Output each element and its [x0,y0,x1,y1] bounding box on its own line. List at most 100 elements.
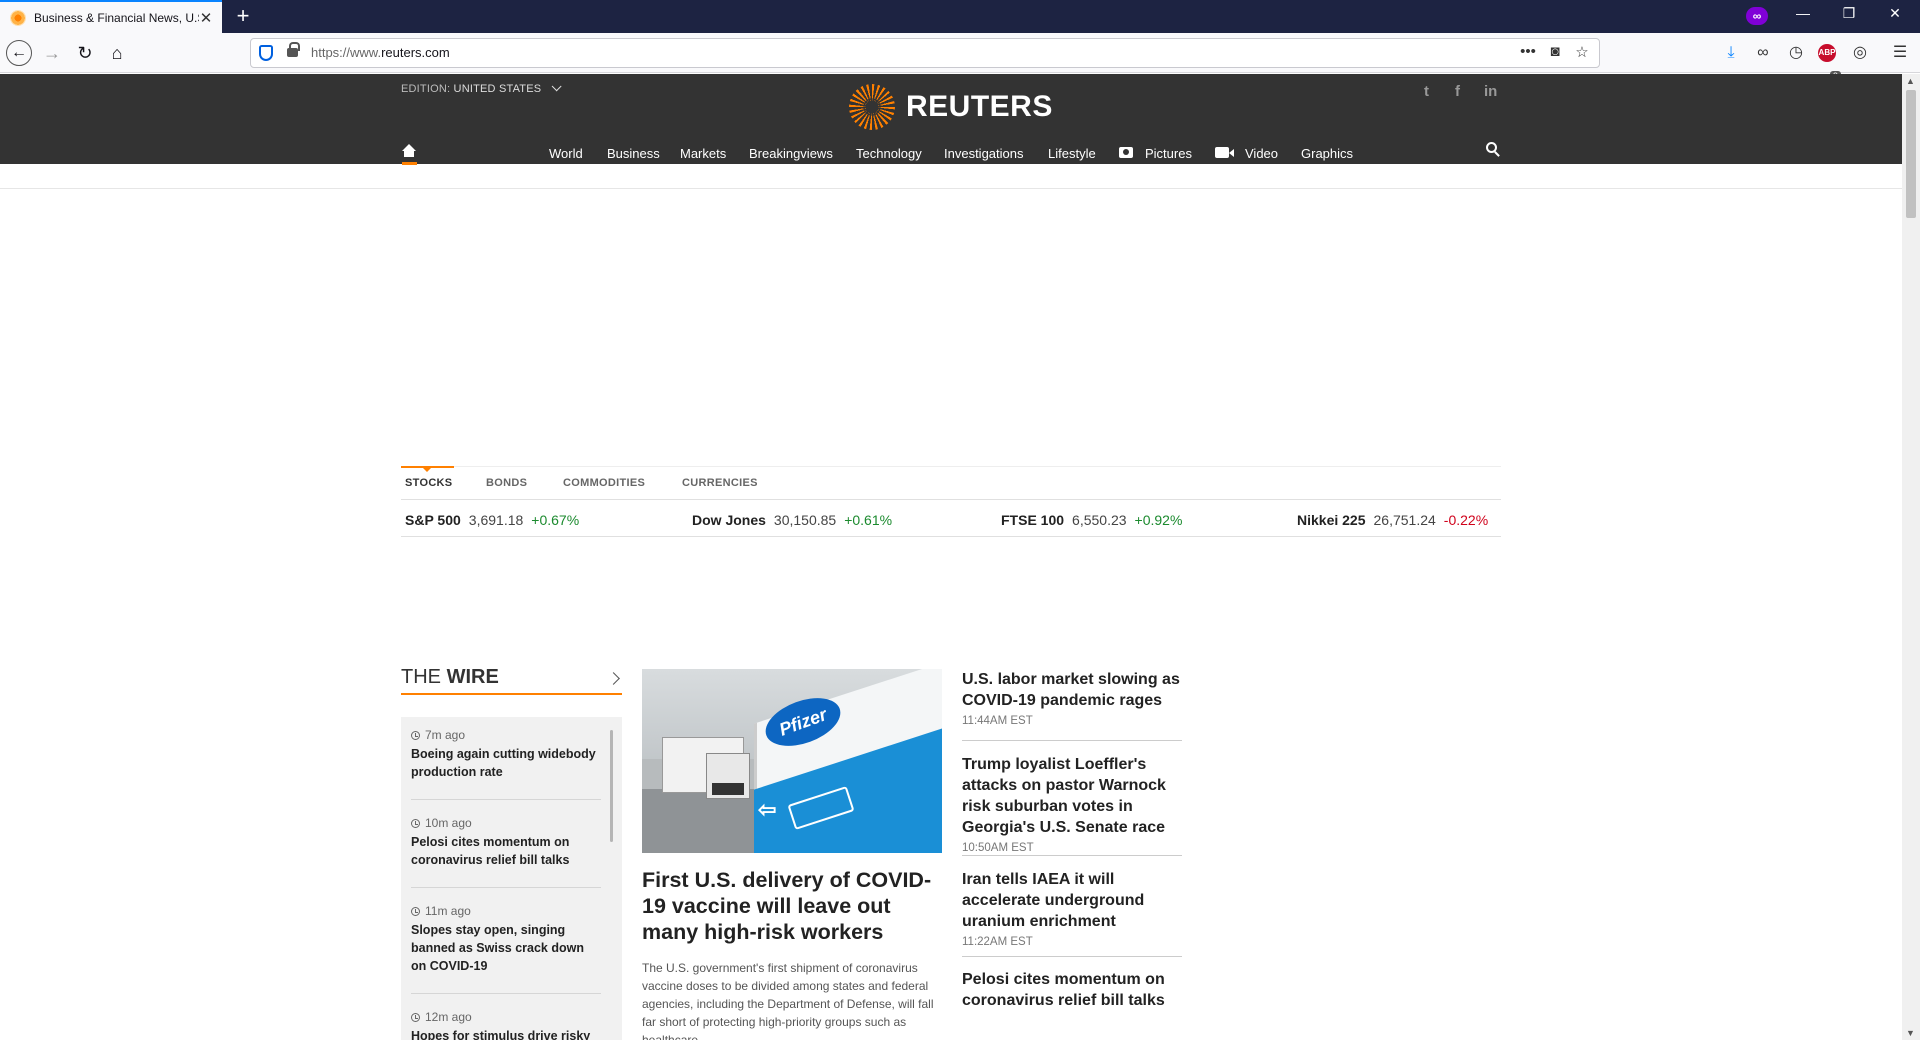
scroll-down-arrow-icon[interactable]: ▼ [1906,1028,1915,1038]
wire-scrollbar[interactable] [610,730,613,842]
twitter-icon[interactable]: t [1424,83,1429,100]
wire-item[interactable]: 12m ago Hopes for stimulus drive risky [411,1010,601,1040]
wire-headline[interactable]: Slopes stay open, singing banned as Swis… [411,921,601,975]
wire-headline[interactable]: Boeing again cutting widebody production… [411,745,601,781]
edition-selector[interactable]: EDITION: UNITED STATES [401,81,562,95]
nav-pictures[interactable]: Pictures [1145,146,1192,161]
page-actions-menu-icon[interactable]: ••• [1517,43,1539,60]
wire-time-text: 7m ago [425,728,466,742]
wire-title-bold: WIRE [446,666,499,688]
quote-dow-jones[interactable]: Dow Jones 30,150.85 +0.61% [692,512,892,528]
nav-video[interactable]: Video [1245,146,1278,161]
wire-item[interactable]: 7m ago Boeing again cutting widebody pro… [411,728,601,800]
home-button-icon[interactable]: ⌂ [105,41,129,65]
hamburger-menu-icon[interactable]: ☰ [1888,41,1912,65]
quote-change: +0.92% [1134,512,1183,528]
story-timestamp: 10:50AM EST [962,842,1034,854]
adblock-plus-icon[interactable]: ABP [1818,44,1836,62]
wire-time: 10m ago [411,816,601,830]
quote-nikkei-225[interactable]: Nikkei 225 26,751.24 -0.22% [1297,512,1488,528]
reload-icon[interactable]: ↻ [73,41,97,65]
wire-list[interactable]: 7m ago Boeing again cutting widebody pro… [401,717,622,1040]
video-camera-icon [1215,147,1234,158]
forward-arrow-icon[interactable]: → [40,41,64,65]
chevron-down-icon [551,81,562,92]
downloads-icon[interactable]: ⤓ [1719,41,1743,65]
wire-section-header[interactable]: THE WIRE [401,666,622,695]
quote-name: Nikkei 225 [1297,512,1366,528]
wire-title-light: THE [401,666,447,688]
nav-business[interactable]: Business [607,146,660,161]
page-scrollbar[interactable]: ▲ ▼ [1902,74,1920,1040]
extension-icon[interactable]: ◎ [1848,41,1872,65]
minimize-window-button[interactable]: — [1780,5,1826,21]
story-item[interactable]: Pelosi cites momentum on coronavirus rel… [962,969,1182,1029]
camera-icon [1119,147,1133,158]
quote-ftse-100[interactable]: FTSE 100 6,550.23 +0.92% [1001,512,1182,528]
facebook-icon[interactable]: f [1455,83,1460,100]
tab-commodities[interactable]: COMMODITIES [563,477,645,489]
wire-time: 11m ago [411,904,601,918]
story-headline[interactable]: U.S. labor market slowing as COVID-19 pa… [962,669,1182,711]
history-clock-icon[interactable]: ◷ [1784,41,1808,65]
wire-time: 7m ago [411,728,601,742]
lead-story-image[interactable]: Pfizer ⇦ [642,669,942,853]
wire-item[interactable]: 11m ago Slopes stay open, singing banned… [411,904,601,994]
back-arrow-icon[interactable]: ← [6,40,32,66]
pocket-icon[interactable]: ◙ [1544,43,1566,60]
wire-title: THE WIRE [401,666,499,689]
scroll-up-arrow-icon[interactable]: ▲ [1906,76,1915,86]
nav-breakingviews[interactable]: Breakingviews [749,146,833,161]
nav-lifestyle[interactable]: Lifestyle [1048,146,1096,161]
tracking-protection-shield-icon[interactable] [259,45,273,61]
wire-headline[interactable]: Hopes for stimulus drive risky [411,1027,601,1040]
secure-lock-icon[interactable] [287,42,300,57]
new-tab-button[interactable]: + [232,3,254,29]
url-text[interactable]: https://www.reuters.com [311,45,450,60]
wire-time-text: 10m ago [425,816,472,830]
wire-headline[interactable]: Pelosi cites momentum on coronavirus rel… [411,833,601,869]
active-tab-indicator [401,466,454,472]
quote-change: -0.22% [1443,512,1489,528]
scrollbar-thumb[interactable] [1906,90,1916,218]
chevron-right-icon[interactable] [607,672,620,685]
tab-close-icon[interactable]: ✕ [198,9,214,27]
lead-story-summary: The U.S. government's first shipment of … [642,961,934,1040]
reuters-favicon-icon [10,9,26,26]
clock-icon [411,1012,420,1022]
search-icon[interactable] [1486,142,1500,157]
story-item[interactable]: U.S. labor market slowing as COVID-19 pa… [962,669,1182,741]
story-headline[interactable]: Pelosi cites momentum on coronavirus rel… [962,969,1182,1011]
nav-investigations[interactable]: Investigations [944,146,1024,161]
quote-sp500[interactable]: S&P 500 3,691.18 +0.67% [405,512,579,528]
restore-window-button[interactable]: ❐ [1826,5,1872,22]
active-nav-indicator [402,162,417,165]
browser-tab-active[interactable]: Business & Financial News, U.S ✕ [0,0,222,33]
nav-world[interactable]: World [549,146,583,161]
linkedin-icon[interactable]: in [1484,83,1497,100]
reuters-logo[interactable]: REUTERS [849,84,1053,130]
lead-story-headline[interactable]: First U.S. delivery of COVID-19 vaccine … [642,867,942,945]
story-item[interactable]: Iran tells IAEA it will accelerate under… [962,869,1182,957]
bookmark-star-icon[interactable]: ☆ [1571,43,1593,61]
close-window-button[interactable]: ✕ [1872,5,1918,22]
nav-technology[interactable]: Technology [856,146,922,161]
quote-value: 3,691.18 [468,512,524,528]
nav-graphics[interactable]: Graphics [1301,146,1353,161]
private-browsing-icon: ∞ [1746,7,1768,25]
tab-currencies[interactable]: CURRENCIES [682,477,758,489]
nav-markets[interactable]: Markets [680,146,726,161]
private-mask-icon[interactable]: ∞ [1751,41,1775,65]
wire-item[interactable]: 10m ago Pelosi cites momentum on coronav… [411,816,601,888]
address-bar[interactable]: https://www.reuters.com ••• ◙ ☆ [250,38,1600,68]
web-page: EDITION: UNITED STATES REUTERS t f in Wo… [0,74,1902,1040]
story-headline[interactable]: Trump loyalist Loeffler's attacks on pas… [962,754,1182,838]
quote-value: 30,150.85 [773,512,837,528]
story-item[interactable]: Trump loyalist Loeffler's attacks on pas… [962,754,1182,856]
url-host: reuters.com [381,45,450,60]
story-headline[interactable]: Iran tells IAEA it will accelerate under… [962,869,1182,932]
clock-icon [411,730,420,740]
home-icon[interactable] [402,144,416,158]
tab-stocks[interactable]: STOCKS [405,477,452,489]
tab-bonds[interactable]: BONDS [486,477,527,489]
